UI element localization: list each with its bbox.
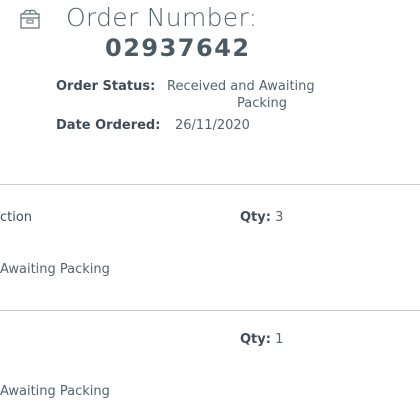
qty-value: 1	[275, 332, 284, 347]
order-number: 02937642	[105, 34, 251, 62]
order-status-value-line2: Packing	[236, 96, 287, 111]
order-number-heading: Order Number:	[66, 3, 258, 32]
divider	[0, 310, 420, 311]
date-ordered-value: 26/11/2020	[175, 118, 250, 133]
order-status-label: Order Status:	[56, 79, 156, 94]
item-name: ction	[0, 210, 33, 225]
package-box-icon	[20, 9, 40, 29]
qty-label: Qty:	[240, 332, 271, 347]
order-details-page: Order Number: 02937642 Order Status: Rec…	[0, 0, 420, 420]
item-qty: Qty: 3	[240, 209, 283, 226]
qty-label: Qty:	[240, 210, 271, 225]
date-ordered-label: Date Ordered:	[56, 118, 161, 133]
item-status: Awaiting Packing	[0, 384, 110, 399]
item-status: Awaiting Packing	[0, 262, 110, 277]
order-status-value-line1: Received and Awaiting	[167, 79, 315, 94]
divider	[0, 184, 420, 185]
order-status-value: Received and Awaiting Packing	[167, 78, 357, 112]
item-qty: Qty: 1	[240, 331, 283, 348]
qty-value: 3	[275, 210, 284, 225]
